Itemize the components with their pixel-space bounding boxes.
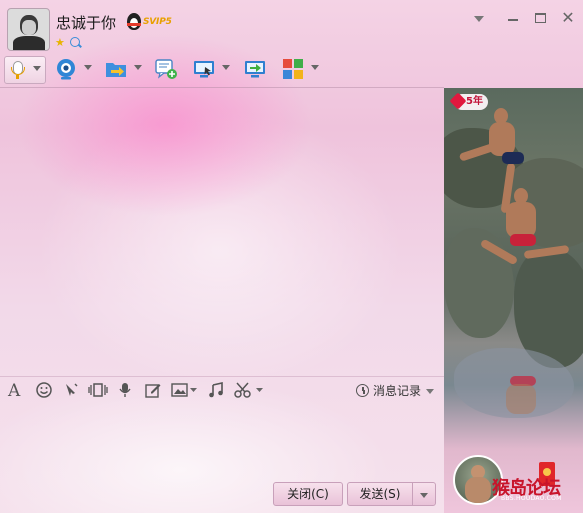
- webcam-icon: [57, 59, 75, 80]
- apps-button[interactable]: [282, 56, 322, 82]
- emoji-icon[interactable]: [36, 382, 52, 400]
- main-toolbar: [0, 56, 583, 86]
- folder-transfer-icon: [106, 63, 126, 77]
- chevron-down-icon: [420, 493, 428, 498]
- chevron-down-icon[interactable]: [84, 65, 92, 70]
- contact-nickname[interactable]: 忠诚于你: [56, 12, 116, 33]
- input-toolbar: A 消息记录: [0, 376, 444, 405]
- voice-call-button[interactable]: [4, 56, 46, 84]
- chat-window: 忠诚于你 SVIP5 ★ ✕ A 消息记录 关闭(C) 发送(S) 5年 猴岛论…: [0, 0, 583, 513]
- chat-add-icon: [155, 59, 177, 79]
- chevron-down-icon[interactable]: [426, 389, 434, 394]
- maximize-button[interactable]: [531, 10, 549, 26]
- svip-badge[interactable]: SVIP5: [127, 13, 173, 31]
- apps-grid-icon: [283, 59, 303, 79]
- doodle-icon[interactable]: [145, 382, 161, 400]
- screen-share-icon: [245, 61, 265, 78]
- chevron-down-icon[interactable]: [33, 66, 41, 71]
- image-icon[interactable]: [171, 382, 197, 400]
- maximize-icon: [534, 13, 546, 23]
- send-file-button[interactable]: [105, 56, 145, 82]
- voice-message-icon[interactable]: [118, 382, 132, 400]
- screenshot-scissors-icon[interactable]: [234, 382, 266, 400]
- message-history-area[interactable]: [0, 88, 444, 375]
- send-options-button[interactable]: [412, 482, 436, 506]
- remote-desktop-icon: [194, 61, 214, 78]
- send-button[interactable]: 发送(S): [347, 482, 413, 506]
- watermark-url: BBS.HOUDAO.COM: [501, 495, 562, 502]
- create-discussion-button[interactable]: [155, 56, 181, 82]
- message-history-label: 消息记录: [373, 384, 422, 398]
- clock-icon: [356, 384, 369, 397]
- year-badge: 5年: [449, 92, 488, 110]
- minimize-button[interactable]: [504, 10, 522, 26]
- share-screen-button[interactable]: [244, 56, 270, 82]
- contact-show-panel: 5年 猴岛论坛 BBS.HOUDAO.COM: [444, 88, 583, 513]
- message-input[interactable]: [0, 405, 444, 480]
- close-button[interactable]: 关闭(C): [273, 482, 343, 506]
- chevron-down-icon: [474, 16, 484, 22]
- chevron-down-icon[interactable]: [134, 65, 142, 70]
- penguin-icon: [127, 13, 141, 30]
- contact-avatar[interactable]: [7, 8, 50, 51]
- music-icon[interactable]: [208, 382, 224, 400]
- year-badge-label: 5年: [466, 96, 483, 107]
- video-call-button[interactable]: [55, 56, 95, 82]
- star-icon[interactable]: ★: [55, 37, 65, 48]
- font-icon[interactable]: A: [8, 382, 20, 400]
- close-icon: ✕: [561, 8, 575, 27]
- minimize-icon: [508, 19, 518, 21]
- qzone-icon[interactable]: [70, 37, 80, 47]
- diamond-icon: [449, 92, 467, 110]
- window-menu-button[interactable]: [470, 10, 488, 26]
- poke-icon[interactable]: [63, 382, 79, 400]
- svip-label: SVIP5: [143, 17, 172, 27]
- chevron-down-icon[interactable]: [311, 65, 319, 70]
- screen-shake-icon[interactable]: [88, 382, 108, 400]
- remote-assist-button[interactable]: [193, 56, 233, 82]
- chevron-down-icon[interactable]: [222, 65, 230, 70]
- close-window-button[interactable]: ✕: [559, 10, 577, 26]
